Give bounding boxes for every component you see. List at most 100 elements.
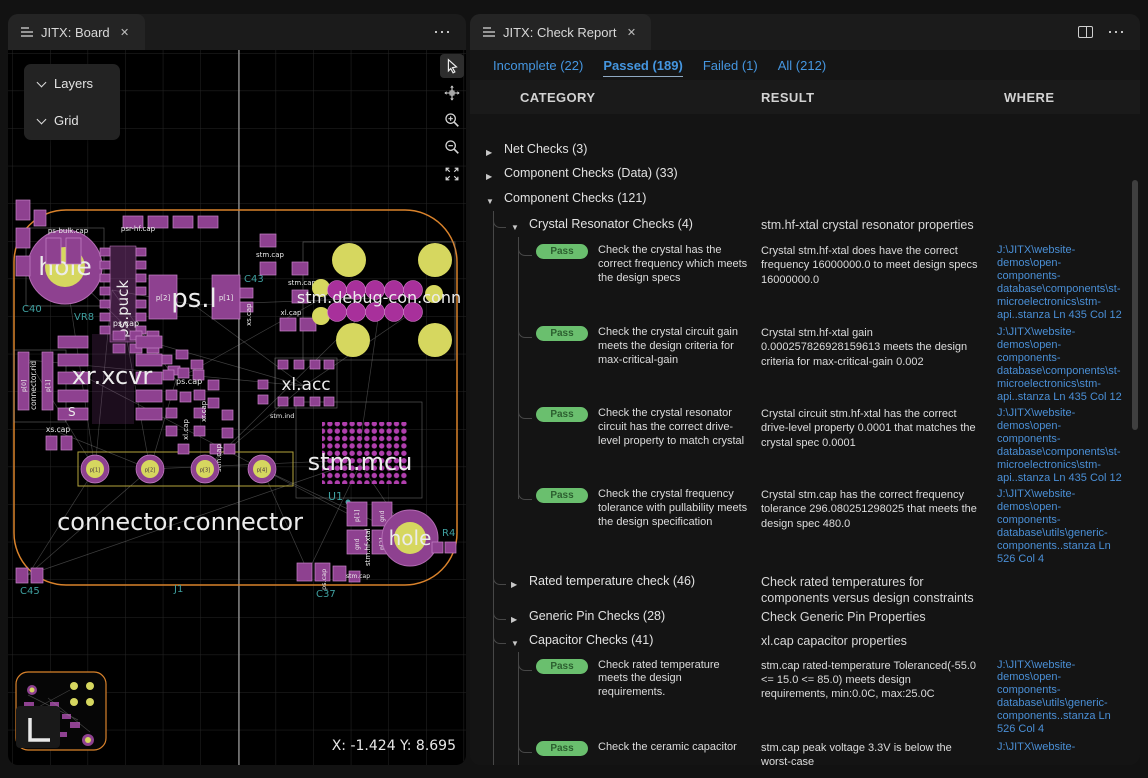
board-canvas[interactable]: hole psr-hf.cap [8,50,466,765]
fit-view-button[interactable] [440,162,464,186]
svg-text:p[1]: p[1] [354,510,361,522]
svg-text:p[1]: p[1] [90,468,100,474]
svg-text:stm.cap: stm.cap [256,251,285,259]
svg-text:ps.puck: ps.puck [114,280,132,338]
svg-text:ps.cap: ps.cap [320,569,328,590]
filter-incomplete[interactable]: Incomplete (22) [493,58,583,76]
chevron-down-icon[interactable] [511,219,521,233]
svg-text:S: S [68,405,76,419]
board-component-xr-xcvr[interactable]: xr.xcvr S [58,334,162,424]
board-tabbar: JITX: Board [8,14,466,50]
check-row[interactable]: Pass Check rated temperature meets the d… [470,659,1140,738]
tree-group-row[interactable]: Component Checks (Data) (33) [470,166,1140,186]
svg-text:VR8: VR8 [74,312,94,323]
svg-text:xs.cap: xs.cap [46,425,70,434]
status-badge: Pass [536,326,588,341]
result-filterbar: Incomplete (22) Passed (189) Failed (1) … [470,50,1140,80]
cursor-tool-button[interactable] [440,54,464,78]
chevron-right-icon[interactable] [486,168,496,182]
grid-toggle[interactable]: Grid [38,113,106,128]
tree-group-row[interactable]: Crystal Resonator Checks (4) stm.hf-xtal… [470,217,1140,237]
app-window: JITX: Board [0,0,1148,778]
svg-text:p[1]: p[1] [219,294,234,302]
svg-text:connector.rid: connector.rid [29,361,38,410]
svg-text:C45: C45 [20,586,40,597]
svg-text:stm.ind: stm.ind [270,412,294,420]
tab-title: JITX: Board [41,25,110,40]
zoom-out-button[interactable] [440,135,464,159]
svg-text:ps.l: ps.l [171,284,217,314]
svg-text:xr.cap: xr.cap [200,400,208,422]
filter-failed[interactable]: Failed (1) [703,58,758,76]
tree-group-row[interactable]: Rated temperature check (46) Check rated… [470,574,1140,607]
report-tabbar: JITX: Check Report [470,14,1140,50]
board-component-hole-top[interactable]: hole [28,230,102,304]
pan-tool-button[interactable] [440,81,464,105]
svg-text:xs.cap: xs.cap [245,303,253,326]
where-link[interactable]: J:\JITX\website-demos\open-components-da… [997,407,1140,486]
where-link[interactable]: J:\JITX\website-demos\open-components-da… [997,326,1140,405]
tree-group-row[interactable]: Capacitor Checks (41) xl.cap capacitor p… [470,633,1140,653]
tab-jitx-board[interactable]: JITX: Board [8,14,145,50]
where-link[interactable]: J:\JITX\website-demos\open-components-da… [997,244,1140,323]
svg-text:ps-bulk.cap: ps-bulk.cap [48,227,89,235]
status-badge: Pass [536,244,588,259]
svg-text:C40: C40 [22,304,42,315]
check-row[interactable]: Pass Check the ceramic capacitor stm.cap… [470,741,1140,766]
tree-group-row[interactable]: Generic Pin Checks (28) Check Generic Pi… [470,609,1140,629]
chevron-right-icon[interactable] [486,144,496,158]
close-icon[interactable] [117,24,133,40]
chevron-right-icon[interactable] [511,576,521,590]
svg-text:stm.hf-xtal: stm.hf-xtal [364,528,372,566]
tree-group-row[interactable]: Net Checks (3) [470,142,1140,162]
svg-text:p[1]: p[1] [45,380,52,392]
where-link[interactable]: J:\JITX\website-demos\open-components-da… [997,488,1140,567]
status-badge: Pass [536,659,588,674]
svg-text:xl.acc: xl.acc [281,375,330,395]
chevron-right-icon[interactable] [511,611,521,625]
check-row[interactable]: Pass Check the crystal frequency toleran… [470,488,1140,567]
svg-text:p[0]: p[0] [21,380,28,392]
svg-text:J1: J1 [173,584,183,595]
svg-text:stm.cap: stm.cap [346,573,370,580]
column-header-where: WHERE [997,90,1140,105]
svg-text:hole: hole [389,526,432,550]
check-row[interactable]: Pass Check the crystal resonator circuit… [470,407,1140,486]
close-icon[interactable] [623,24,639,40]
svg-text:p[2]: p[2] [145,468,155,474]
cursor-coordinates: X: -1.424 Y: 8.695 [332,738,456,754]
svg-text:xl.cap: xl.cap [182,419,190,440]
check-row[interactable]: Pass Check the crystal circuit gain meet… [470,326,1140,405]
filter-passed[interactable]: Passed (189) [603,58,683,77]
where-link[interactable]: J:\JITX\website- [997,741,1140,766]
board-minimap[interactable] [16,672,106,750]
svg-text:stm.mcu: stm.mcu [308,448,413,476]
svg-text:xr.xcvr: xr.xcvr [72,362,153,390]
chevron-down-icon[interactable] [486,193,496,207]
tree-group-row[interactable]: Component Checks (121) [470,191,1140,211]
svg-text:p[3]: p[3] [200,468,210,474]
board-component-hole-bottom[interactable]: hole [382,510,438,566]
status-badge: Pass [536,741,588,756]
check-row[interactable]: Pass Check the crystal has the correct f… [470,244,1140,323]
svg-text:xl.cap: xl.cap [281,309,302,317]
svg-text:psr-hf.cap: psr-hf.cap [121,225,156,233]
svg-text:p[4]: p[4] [257,468,267,474]
where-link[interactable]: J:\JITX\website-demos\open-components-da… [997,659,1140,738]
split-editor-icon[interactable] [1078,26,1093,38]
layers-toggle[interactable]: Layers [38,76,106,91]
column-header-category: CATEGORY [470,90,761,105]
table-header: CATEGORY RESULT WHERE [470,80,1140,114]
zoom-in-button[interactable] [440,108,464,132]
board-grid [8,50,466,765]
tab-jitx-check-report[interactable]: JITX: Check Report [470,14,651,50]
chevron-down-icon[interactable] [511,635,521,649]
filter-all[interactable]: All (212) [778,58,826,76]
layers-grid-panel: Layers Grid [24,64,120,140]
svg-text:stm.debug-con.conn: stm.debug-con.conn [297,288,461,307]
column-header-result: RESULT [761,90,997,105]
svg-text:R4: R4 [442,528,455,539]
board-label-connector[interactable]: connector.connector [57,508,303,536]
list-icon [20,26,34,38]
svg-text:C43: C43 [244,274,264,285]
